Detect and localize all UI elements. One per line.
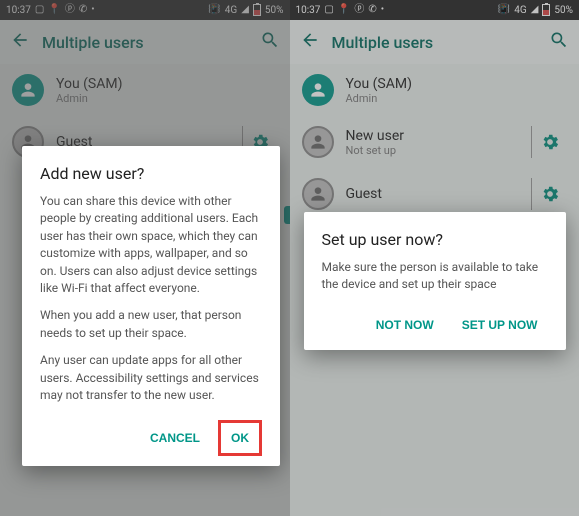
user-sub: Admin xyxy=(346,92,568,105)
app-bar: Multiple users xyxy=(0,20,290,64)
battery-icon xyxy=(542,4,550,16)
dialog-title: Add new user? xyxy=(40,164,262,183)
cancel-button[interactable]: CANCEL xyxy=(140,420,210,456)
whatsapp-icon: ✆ xyxy=(79,5,87,15)
status-bar: 10:37 ▢ 📍 ⓟ ✆ • 📳 4G ◢ 50% xyxy=(0,0,290,20)
user-name: New user xyxy=(346,128,520,144)
avatar xyxy=(302,178,334,210)
setup-user-dialog: Set up user now? Make sure the person is… xyxy=(304,212,566,350)
status-net: 4G xyxy=(514,5,526,16)
search-icon[interactable] xyxy=(260,30,280,54)
pinterest-icon: ⓟ xyxy=(354,5,364,15)
pin-icon: 📍 xyxy=(338,5,350,15)
pin-icon: 📍 xyxy=(48,5,60,15)
image-icon: ▢ xyxy=(35,5,44,15)
dialog-title: Set up user now? xyxy=(322,230,548,249)
back-icon[interactable] xyxy=(300,30,320,54)
status-bar: 10:37 ▢ 📍 ⓟ ✆ • 📳 4G ◢ 50% xyxy=(290,0,579,20)
user-name: You (SAM) xyxy=(56,76,278,92)
ok-button[interactable]: OK xyxy=(218,420,262,456)
avatar xyxy=(302,126,334,158)
back-icon[interactable] xyxy=(10,30,30,54)
more-icon: • xyxy=(381,5,384,15)
signal-icon: ◢ xyxy=(531,5,539,15)
dialog-body: Make sure the person is available to tak… xyxy=(322,259,548,304)
whatsapp-icon: ✆ xyxy=(368,5,376,15)
add-user-dialog: Add new user? You can share this device … xyxy=(22,146,280,466)
not-now-button[interactable]: NOT NOW xyxy=(366,310,444,340)
screen-left: 10:37 ▢ 📍 ⓟ ✆ • 📳 4G ◢ 50% Multiple user… xyxy=(0,0,290,516)
pinterest-icon: ⓟ xyxy=(65,5,75,15)
set-up-now-button[interactable]: SET UP NOW xyxy=(452,310,548,340)
status-time: 10:37 xyxy=(6,5,31,16)
more-icon: • xyxy=(91,5,94,15)
user-name: You (SAM) xyxy=(346,76,568,92)
signal-icon: ◢ xyxy=(241,5,249,15)
status-net: 4G xyxy=(225,5,237,16)
user-row-you[interactable]: You (SAM) Admin xyxy=(290,64,579,116)
user-row-new[interactable]: New user Not set up xyxy=(290,116,579,168)
user-sub: Not set up xyxy=(346,144,520,157)
status-time: 10:37 xyxy=(296,5,321,16)
user-name: Guest xyxy=(346,186,520,202)
image-icon: ▢ xyxy=(324,5,333,15)
battery-icon xyxy=(253,4,261,16)
user-sub: Admin xyxy=(56,92,278,105)
user-row-you[interactable]: You (SAM) Admin xyxy=(0,64,290,116)
vibrate-icon: 📳 xyxy=(498,5,510,15)
dialog-body: You can share this device with other peo… xyxy=(40,193,262,414)
status-battery: 50% xyxy=(265,5,284,16)
screen-right: 10:37 ▢ 📍 ⓟ ✆ • 📳 4G ◢ 50% Multiple user… xyxy=(290,0,579,516)
search-icon[interactable] xyxy=(549,30,569,54)
avatar xyxy=(302,74,334,106)
status-battery: 50% xyxy=(554,5,573,16)
avatar xyxy=(12,74,44,106)
app-bar: Multiple users xyxy=(290,20,579,64)
page-title: Multiple users xyxy=(42,33,248,52)
vibrate-icon: 📳 xyxy=(208,5,220,15)
page-title: Multiple users xyxy=(332,33,538,52)
user-settings-button[interactable] xyxy=(531,126,567,158)
user-settings-button[interactable] xyxy=(531,178,567,210)
